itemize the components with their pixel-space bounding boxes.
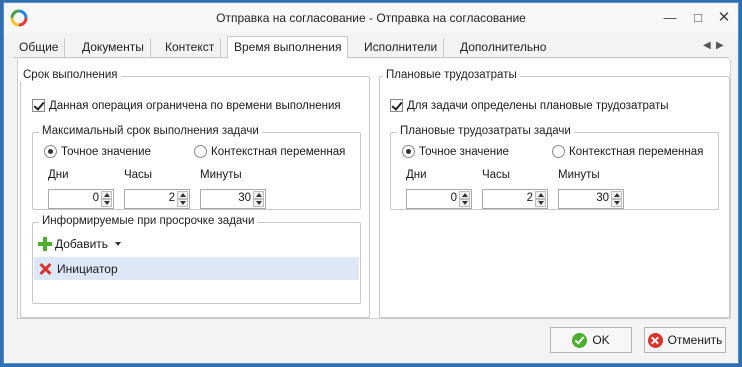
limit-time-checkbox-label: Данная операция ограничена по времени вы… [49, 99, 341, 112]
dialog-window: Отправка на согласование - Отправка на с… [3, 2, 739, 364]
effort-minutes-value[interactable]: 30 [596, 192, 609, 204]
tab-additional[interactable]: Дополнительно [454, 38, 552, 58]
close-button[interactable]: ✕ [713, 8, 735, 28]
ok-button-label: OK [592, 333, 610, 347]
planned-effort-checkbox[interactable]: Для задачи определены плановые трудозатр… [390, 99, 669, 112]
effort-context-radio[interactable]: Контекстная переменная [552, 145, 703, 158]
window-title: Отправка на согласование - Отправка на с… [216, 11, 526, 25]
effort-hours-stepper[interactable]: 2 [482, 189, 548, 209]
add-button-label: Добавить [55, 237, 109, 251]
hours-label: Часы [124, 169, 153, 181]
planned-effort-checkbox-box[interactable] [390, 99, 403, 112]
list-item-label: Инициатор [57, 261, 118, 276]
max-term-exact-radio[interactable]: Точное значение [44, 145, 151, 158]
remove-icon[interactable] [39, 263, 51, 275]
maximize-button[interactable]: □ [687, 8, 709, 28]
effort-days-down-icon[interactable] [459, 199, 470, 207]
hours-up-icon[interactable] [177, 191, 188, 199]
max-term-context-radio-label: Контекстная переменная [211, 145, 346, 158]
effort-hours-down-icon[interactable] [535, 199, 546, 207]
minutes-down-icon[interactable] [253, 199, 264, 207]
minutes-up-icon[interactable] [253, 191, 264, 199]
days-up-icon[interactable] [101, 191, 112, 199]
title-bar: Отправка на согласование - Отправка на с… [4, 3, 738, 33]
minutes-label: Минуты [200, 169, 242, 181]
planned-effort-group-title: Плановые трудозатраты [383, 69, 520, 81]
max-term-exact-radio-circle[interactable] [44, 145, 57, 158]
effort-days-label: Дни [406, 169, 427, 181]
effort-minutes-down-icon[interactable] [611, 199, 622, 207]
limit-time-checkbox-box[interactable] [32, 99, 45, 112]
minutes-value[interactable]: 30 [238, 192, 251, 204]
effort-minutes-stepper[interactable]: 30 [558, 189, 624, 209]
effort-context-radio-circle[interactable] [552, 145, 565, 158]
effort-days-up-icon[interactable] [459, 191, 470, 199]
cancel-icon [647, 332, 663, 348]
effort-context-radio-label: Контекстная переменная [569, 145, 704, 158]
effort-exact-radio[interactable]: Точное значение [402, 145, 509, 158]
effort-exact-radio-circle[interactable] [402, 145, 415, 158]
limit-time-checkbox[interactable]: Данная операция ограничена по времени вы… [32, 99, 341, 112]
days-value[interactable]: 0 [93, 192, 99, 204]
days-label: Дни [48, 169, 69, 181]
check-icon [572, 332, 588, 348]
effort-hours-label: Часы [482, 169, 511, 181]
tab-context[interactable]: Контекст [159, 38, 222, 58]
tab-documents[interactable]: Документы [76, 38, 151, 58]
effort-group-title: Плановые трудозатраты задачи [397, 125, 574, 137]
ok-button[interactable]: OK [550, 327, 632, 353]
tab-performers[interactable]: Исполнители [358, 38, 445, 58]
tab-content-panel: Срок выполнения Данная операция ограниче… [17, 59, 731, 319]
tab-execution-time[interactable]: Время выполнения [227, 36, 349, 59]
effort-hours-value[interactable]: 2 [527, 192, 533, 204]
cancel-button-label: Отменить [667, 333, 723, 347]
informed-group-title: Информируемые при просрочке задачи [39, 215, 258, 227]
effort-days-value[interactable]: 0 [451, 192, 457, 204]
effort-minutes-label: Минуты [558, 169, 600, 181]
effort-exact-radio-label: Точное значение [419, 145, 509, 158]
hours-stepper[interactable]: 2 [124, 189, 190, 209]
hours-down-icon[interactable] [177, 199, 188, 207]
chevron-down-icon[interactable] [115, 242, 122, 246]
list-item[interactable]: Инициатор [34, 257, 359, 280]
tab-scroll-right-icon[interactable]: ▶ [716, 40, 724, 51]
max-term-group-title: Максимальный срок выполнения задачи [39, 125, 262, 137]
max-term-context-radio-circle[interactable] [194, 145, 207, 158]
tab-strip: Общие Документы Контекст Время выполнени… [13, 36, 729, 59]
planned-effort-checkbox-label: Для задачи определены плановые трудозатр… [407, 99, 669, 112]
add-button[interactable]: Добавить [38, 237, 122, 251]
days-stepper[interactable]: 0 [48, 189, 114, 209]
cancel-button[interactable]: Отменить [644, 327, 726, 353]
days-down-icon[interactable] [101, 199, 112, 207]
tab-general[interactable]: Общие [13, 38, 66, 58]
tab-scroll-left-icon[interactable]: ◀ [703, 40, 711, 51]
deadline-group-title: Срок выполнения [20, 69, 121, 81]
effort-minutes-up-icon[interactable] [611, 191, 622, 199]
plus-icon [38, 237, 52, 251]
max-term-context-radio[interactable]: Контекстная переменная [194, 145, 345, 158]
max-term-exact-radio-label: Точное значение [61, 145, 151, 158]
minimize-button[interactable]: — [659, 8, 681, 28]
minutes-stepper[interactable]: 30 [200, 189, 266, 209]
effort-hours-up-icon[interactable] [535, 191, 546, 199]
hours-value[interactable]: 2 [169, 192, 175, 204]
effort-days-stepper[interactable]: 0 [406, 189, 472, 209]
